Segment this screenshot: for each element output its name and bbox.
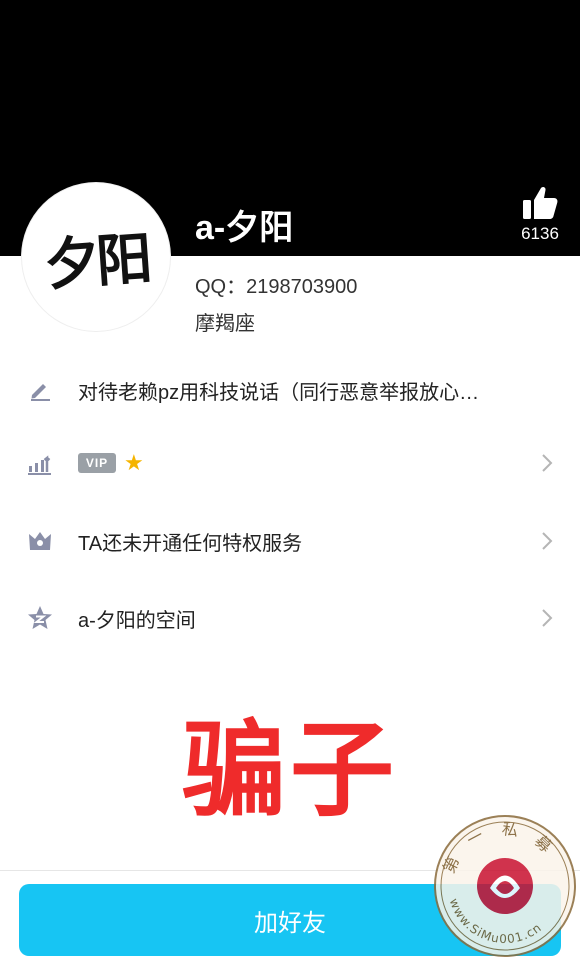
- zodiac-sign: 摩羯座: [195, 313, 255, 335]
- chevron-right-icon: [542, 609, 553, 627]
- vip-badge: VIP: [78, 453, 116, 473]
- qzone-star-icon: [26, 604, 54, 632]
- qzone-text: a-夕阳的空间: [78, 609, 196, 632]
- qq-number: QQ：2198703900: [195, 276, 358, 298]
- like-count: 6136: [521, 224, 559, 243]
- pencil-icon: [26, 376, 54, 404]
- signature-row[interactable]: 对待老赖pz用科技说话（同行恶意举报放心…: [0, 362, 580, 418]
- like-button[interactable]: 6136: [515, 186, 565, 244]
- vip-row[interactable]: VIP ★: [0, 435, 580, 491]
- level-icon: [26, 449, 54, 477]
- watermark-seal: 第 一 私 募 www.SiMu001.cn: [434, 815, 576, 957]
- qzone-row[interactable]: a-夕阳的空间: [0, 590, 580, 646]
- thumbs-up-icon: [523, 186, 558, 219]
- star-icon: ★: [124, 450, 144, 475]
- signature-text: 对待老赖pz用科技说话（同行恶意举报放心…: [78, 381, 480, 404]
- nickname: a-夕阳: [195, 209, 294, 247]
- avatar-calligraphy: 夕阳: [42, 224, 151, 299]
- avatar[interactable]: 夕阳: [22, 183, 170, 331]
- privilege-row[interactable]: TA还未开通任何特权服务: [0, 513, 580, 569]
- privilege-text: TA还未开通任何特权服务: [78, 532, 303, 555]
- chevron-right-icon: [542, 454, 553, 472]
- privilege-icon: [26, 527, 54, 555]
- chevron-right-icon: [542, 532, 553, 550]
